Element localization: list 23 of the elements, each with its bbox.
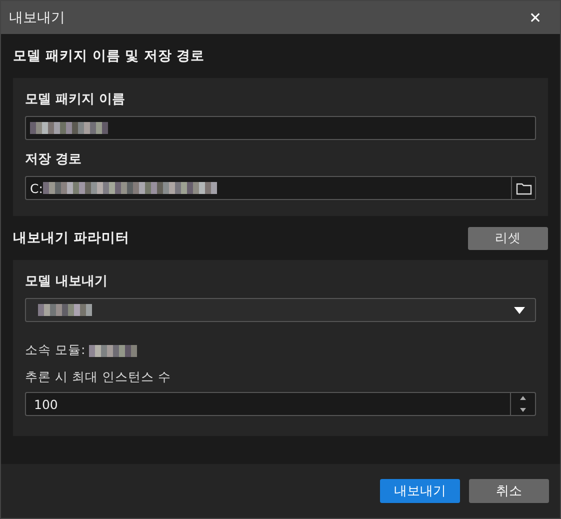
save-path-field[interactable]: C: [25,176,536,200]
close-button[interactable]: ✕ [525,8,546,26]
cancel-button[interactable]: 취소 [469,479,549,503]
export-button[interactable]: 내보내기 [380,479,460,503]
path-text: C: [30,180,43,196]
field-label: 모델 패키지 이름 [25,91,126,108]
section-title: 모델 패키지 이름 및 저장 경로 [13,47,204,65]
instances-spinbox[interactable]: 100 [25,392,536,416]
module-label: 소속 모듈: [25,342,86,359]
spinbox-value: 100 [33,396,58,412]
blurred-text [89,344,138,356]
model-dropdown[interactable] [25,298,536,322]
section-title: 내보내기 파라미터 [13,229,130,247]
package-name-field[interactable] [25,116,536,140]
reset-button[interactable]: 리셋 [468,226,548,250]
caret-icon [514,306,525,314]
window-title: 내보내기 [9,8,65,26]
folder-icon [516,182,532,194]
field-label: 추론 시 최대 인스턴스 수 [25,369,172,386]
blurred-text [38,304,92,316]
field-label: 모델 내보내기 [25,273,109,290]
field-label: 저장 경로 [25,151,83,168]
browse-button[interactable] [511,177,535,199]
